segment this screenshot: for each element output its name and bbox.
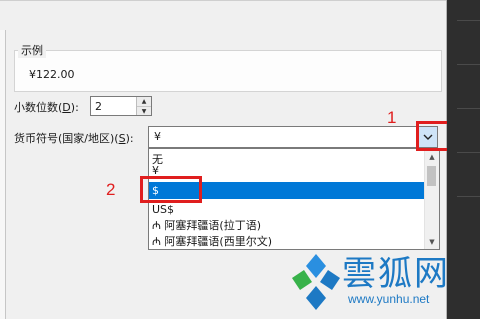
sample-group [14, 50, 442, 92]
watermark: 雲狐网 www.yunhu.net [286, 238, 478, 318]
grid-line [457, 64, 480, 65]
grid-line [457, 196, 480, 197]
sample-value: ¥122.00 [29, 68, 75, 81]
annotation-number-1: 1 [387, 108, 397, 127]
grid-line [457, 152, 480, 153]
sample-label: 示例 [18, 42, 46, 58]
decimal-places-stepper[interactable]: 2 ▲ ▼ [90, 96, 152, 116]
grid-line [457, 20, 480, 21]
grid-line [457, 108, 480, 109]
list-item[interactable]: US$ [149, 201, 425, 218]
category-list-edge [0, 30, 6, 319]
scroll-thumb[interactable] [427, 166, 436, 186]
decimal-places-value[interactable]: 2 [95, 100, 102, 113]
stepper-buttons: ▲ ▼ [136, 97, 151, 115]
decrement-button[interactable]: ▼ [137, 106, 151, 115]
decimal-places-label: 小数位数(D): [14, 101, 79, 114]
annotation-number-2: 2 [106, 180, 116, 199]
watermark-logo-icon [292, 254, 340, 310]
watermark-name: 雲狐网 [342, 254, 450, 294]
list-item[interactable]: ¥ [149, 166, 425, 176]
currency-symbol-value: ¥ [154, 130, 161, 143]
currency-symbol-combobox[interactable]: ¥ [148, 126, 438, 148]
scroll-up-icon[interactable]: ▲ [425, 150, 439, 164]
dialog-top-border [0, 0, 446, 1]
increment-button[interactable]: ▲ [137, 97, 151, 106]
watermark-url: www.yunhu.net [348, 292, 430, 306]
annotation-box-2 [140, 176, 202, 203]
currency-symbol-label: 货币符号(国家/地区)(S): [14, 132, 134, 145]
list-scrollbar[interactable]: ▲ ▼ [424, 149, 439, 249]
list-item[interactable]: ₼ 阿塞拜疆语(拉丁语) [149, 217, 425, 234]
